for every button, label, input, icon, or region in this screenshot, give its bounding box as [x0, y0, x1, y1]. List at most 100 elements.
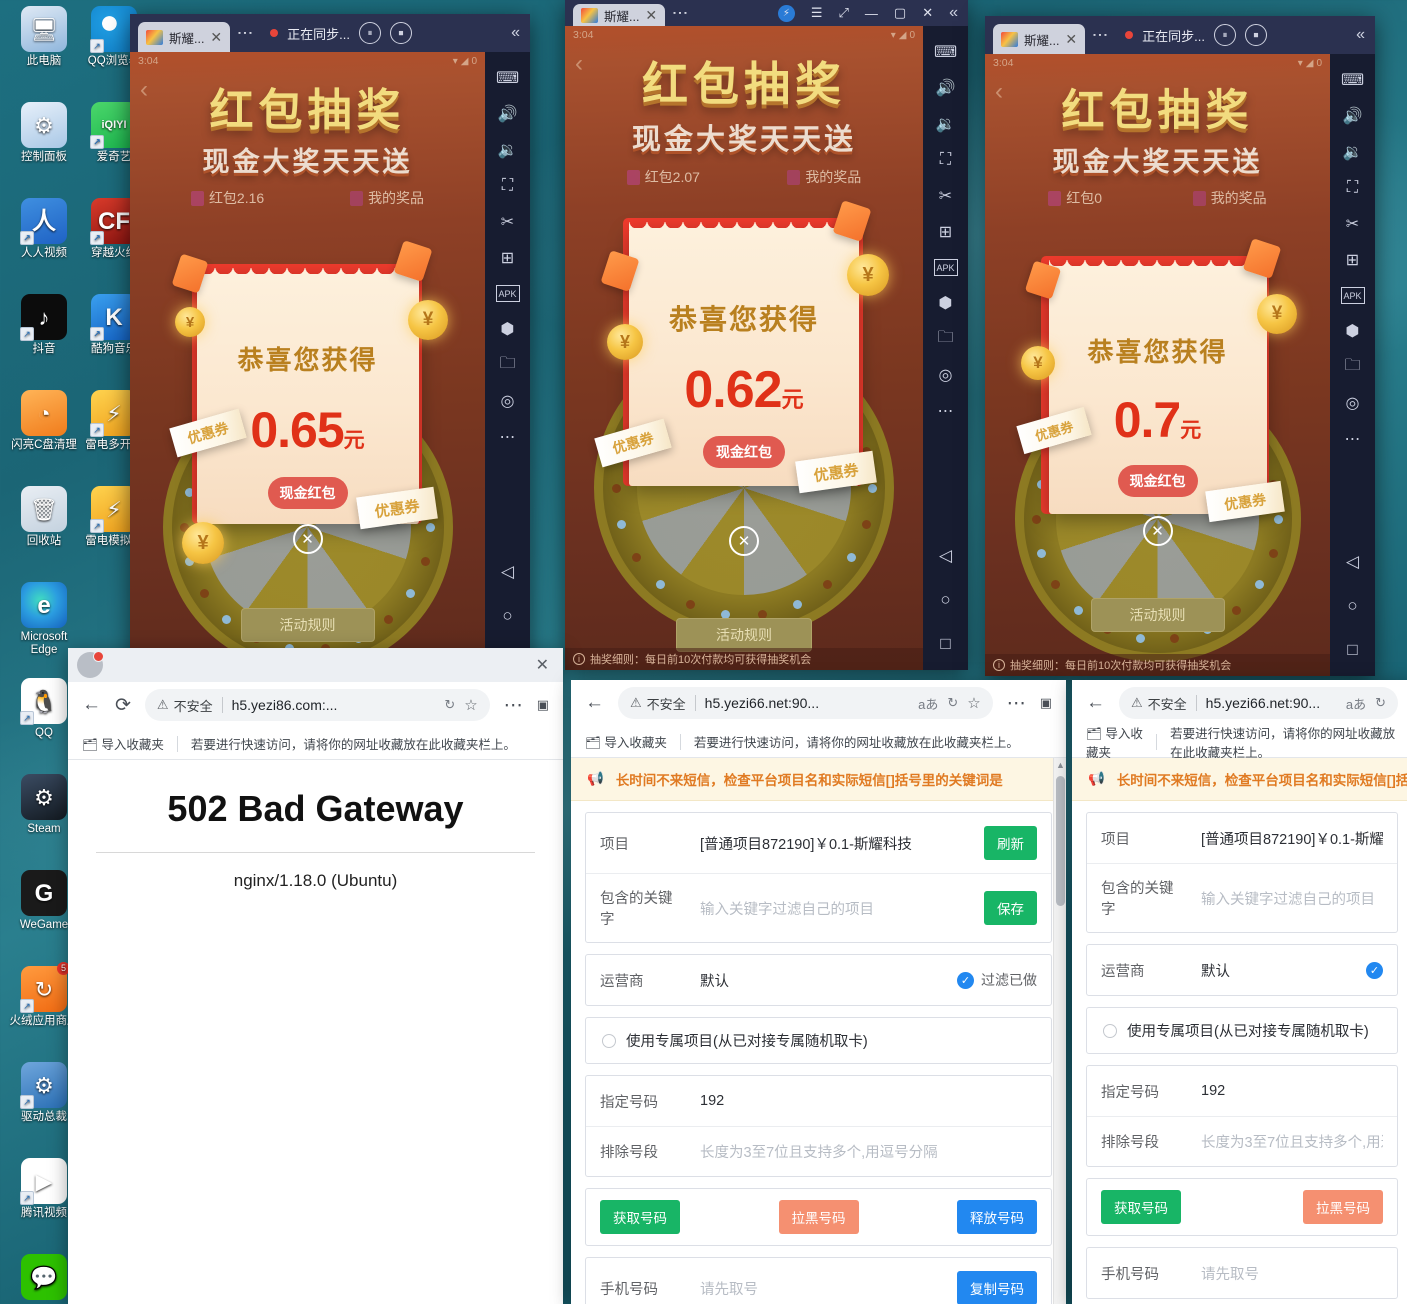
control-panel-desktop-item[interactable]: ⚙ 控制面板 [8, 102, 80, 164]
emulator-tab[interactable]: 斯耀... ✕ [993, 24, 1086, 54]
minimize-icon[interactable]: — [865, 6, 878, 21]
volume-up-icon[interactable]: 🔊 [490, 96, 526, 132]
more-icon[interactable]: ⋯ [928, 393, 964, 429]
exclusive-row[interactable]: 使用专属项目(从已对接专属随机取卡) [586, 1018, 1051, 1063]
scissors-icon[interactable]: ✂ [490, 204, 526, 240]
browser-window-form-2[interactable]: ← ⚠ 不安全 h5.yezi66.net:90... aあ ↻ 🗂 导入收藏夹… [1072, 680, 1407, 1304]
keyboard-icon[interactable]: ⌨ [1335, 62, 1371, 98]
collapse-icon[interactable]: « [511, 24, 520, 42]
my-prizes-link[interactable]: 我的奖品 [350, 188, 424, 208]
more-options-icon[interactable]: ⋯ [1007, 692, 1026, 715]
add-instance-icon[interactable]: ⊞ [928, 214, 964, 250]
recycle-bin-desktop-item[interactable]: 🗑 回收站 [8, 486, 80, 548]
close-icon[interactable]: ✕ [1065, 31, 1077, 48]
security-status[interactable]: ⚠ 不安全 [1131, 694, 1187, 713]
bookmark-star-icon[interactable]: ☆ [464, 696, 477, 714]
phone-input[interactable]: 请先取号 [1201, 1263, 1383, 1284]
redpacket-balance[interactable]: 红包0 [1048, 188, 1102, 208]
collapse-icon[interactable]: « [949, 4, 958, 22]
tab-menu-icon[interactable]: ⋮ [671, 5, 688, 21]
window-controls[interactable]: ⚡ ☰ ⤢ — ▢ ✕ « [777, 4, 968, 22]
address-bar[interactable]: ⚠ 不安全 h5.yezi66.net:90... aあ ↻ ☆ [618, 687, 993, 719]
android-screen[interactable]: 3:04 ▾ ◢ 0 ‹ 红包抽奖 现金大奖天天送 红包0 我的奖品 恭喜您获得… [985, 54, 1330, 676]
edge-desktop-item[interactable]: e Microsoft Edge [8, 582, 80, 657]
blacklist-button[interactable]: 拉黑号码 [778, 1200, 859, 1234]
sidebar-toggle-icon[interactable]: ▣ [1040, 695, 1052, 711]
project-value[interactable]: [普通项目872190]￥0.1-斯耀科技 [700, 833, 970, 854]
shake-icon[interactable]: ⬢ [928, 285, 964, 321]
filter-done-checkbox[interactable]: ✓ [1366, 961, 1383, 979]
menu-icon[interactable]: ☰ [811, 5, 823, 21]
back-icon[interactable]: ← [82, 694, 101, 716]
add-instance-icon[interactable]: ⊞ [490, 240, 526, 276]
refresh-button[interactable]: 刷新 [984, 826, 1037, 860]
operator-value[interactable]: 默认 [700, 970, 943, 991]
close-icon[interactable]: ✕ [210, 29, 222, 46]
security-status[interactable]: ⚠ 不安全 [630, 694, 686, 713]
android-back-icon[interactable]: ◁ [1335, 544, 1371, 580]
computer-desktop-item[interactable]: 🖥 此电脑 [8, 6, 80, 68]
scissors-icon[interactable]: ✂ [1335, 206, 1371, 242]
close-window-icon[interactable]: ✕ [922, 5, 933, 21]
close-dialog-button[interactable]: ✕ [1142, 516, 1173, 546]
pause-button[interactable]: ⏸ [1214, 24, 1236, 46]
keyword-input[interactable]: 输入关键字过滤自己的项目 [1201, 888, 1383, 909]
expand-icon[interactable]: ⤢ [838, 5, 848, 21]
import-favorites-button[interactable]: 🗂 导入收藏夹 [82, 734, 164, 753]
exclude-input[interactable]: 长度为3至7位且支持多个,用逗号分隔 [1201, 1131, 1383, 1152]
emulator-tab[interactable]: 斯耀... ✕ [138, 22, 231, 52]
refresh-page-icon[interactable]: ↻ [1375, 695, 1386, 711]
avatar[interactable] [77, 651, 104, 678]
volume-down-icon[interactable]: 🔉 [490, 132, 526, 168]
keyboard-icon[interactable]: ⌨ [490, 60, 526, 96]
android-back-icon[interactable]: ◁ [928, 538, 964, 574]
ldplayer-badge-icon[interactable]: ⚡ [777, 4, 795, 22]
address-bar[interactable]: ⚠ 不安全 h5.yezi86.com:... ↻ ☆ [144, 689, 490, 721]
radio-icon[interactable] [602, 1033, 616, 1048]
fullscreen-icon[interactable]: ⛶ [1335, 170, 1371, 206]
close-dialog-button[interactable]: ✕ [729, 526, 759, 556]
location-icon[interactable]: ◎ [1335, 385, 1371, 421]
keyboard-icon[interactable]: ⌨ [928, 34, 964, 70]
tab-menu-icon[interactable]: ⋮ [236, 25, 253, 41]
sidebar-toggle-icon[interactable]: ▣ [537, 697, 549, 713]
reader-mode-icon[interactable]: aあ [918, 694, 938, 713]
address-bar[interactable]: ⚠ 不安全 h5.yezi66.net:90... aあ ↻ [1119, 687, 1398, 719]
douyin-desktop-item[interactable]: ♪ ↗ 抖音 [8, 294, 80, 356]
shake-icon[interactable]: ⬢ [1335, 313, 1371, 349]
browser-window-form-1[interactable]: ← ⚠ 不安全 h5.yezi66.net:90... aあ ↻ ☆ ⋯ ▣ 🗂… [571, 680, 1066, 1304]
reload-icon[interactable]: ⟳ [115, 694, 131, 717]
android-back-icon[interactable]: ◁ [490, 554, 526, 590]
folder-icon[interactable]: 🗀 [928, 321, 964, 357]
import-favorites-button[interactable]: 🗂 导入收藏夹 [585, 732, 667, 751]
operator-value[interactable]: 默认 [1201, 960, 1352, 981]
more-icon[interactable]: ⋯ [490, 419, 526, 455]
renren-video-desktop-item[interactable]: 人 ↗ 人人视频 [8, 198, 80, 260]
exclusive-row[interactable]: 使用专属项目(从已对接专属随机取卡) [1087, 1008, 1397, 1053]
apk-install-icon[interactable]: APK [495, 285, 520, 302]
more-icon[interactable]: ⋯ [1335, 421, 1371, 457]
back-icon[interactable]: ← [585, 692, 604, 714]
release-button[interactable]: 释放号码 [957, 1200, 1037, 1234]
volume-up-icon[interactable]: 🔊 [928, 70, 964, 106]
emulator-sidebar-1[interactable]: ⌨🔊🔉⛶✂⊞APK⬢🗀◎⋯◁○□ [485, 52, 530, 686]
android-home-icon[interactable]: ○ [1335, 588, 1371, 624]
my-prizes-link[interactable]: 我的奖品 [1192, 188, 1267, 208]
android-recents-icon[interactable]: □ [1335, 632, 1371, 668]
close-icon[interactable]: ✕ [645, 7, 657, 24]
blacklist-button[interactable]: 拉黑号码 [1303, 1190, 1383, 1224]
reader-mode-icon[interactable]: aあ [1346, 694, 1366, 713]
get-number-button[interactable]: 获取号码 [600, 1200, 680, 1234]
bookmark-star-icon[interactable]: ☆ [967, 694, 980, 712]
android-screen[interactable]: 3:04 ▾ ◢ 0 ‹ 红包抽奖 现金大奖天天送 红包2.16 我的奖品 恭喜… [130, 52, 485, 686]
scroll-up-icon[interactable]: ▲ [1055, 760, 1066, 770]
security-status[interactable]: ⚠ 不安全 [157, 696, 213, 715]
emulator-window-3[interactable]: 斯耀... ✕ ⋮ 正在同步... ⏸ ⏹ « 3:04 ▾ ◢ 0 ‹ 红包抽奖 [985, 16, 1375, 676]
scrollbar-thumb[interactable] [1056, 776, 1065, 906]
scissors-icon[interactable]: ✂ [928, 178, 964, 214]
apk-install-icon[interactable]: APK [933, 259, 958, 276]
refresh-page-icon[interactable]: ↻ [947, 695, 958, 711]
window-controls[interactable]: « [1356, 26, 1375, 44]
save-button[interactable]: 保存 [984, 891, 1037, 925]
fullscreen-icon[interactable]: ⛶ [928, 142, 964, 178]
